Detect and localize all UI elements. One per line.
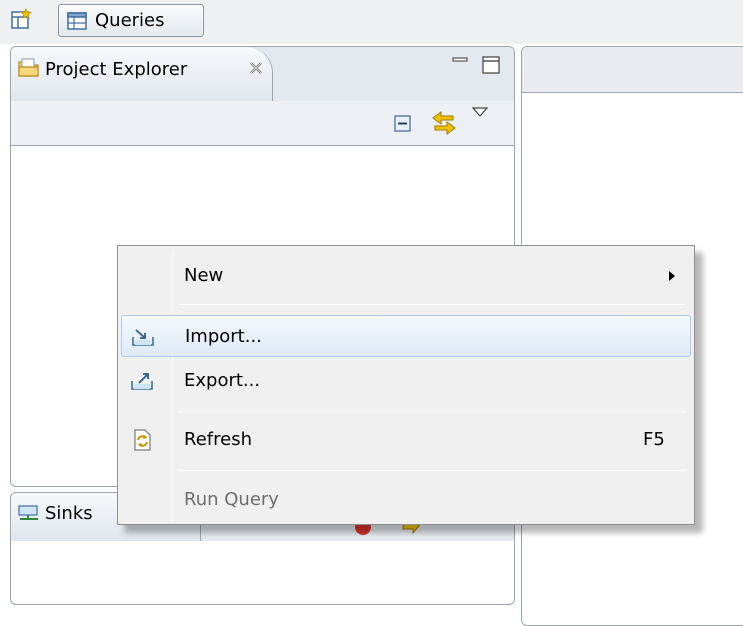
- menu-separator: [178, 304, 686, 305]
- view-menu-icon[interactable]: [471, 105, 489, 119]
- folder-icon: [17, 57, 41, 79]
- menu-item-run-query: Run Query: [121, 479, 691, 521]
- menu-item-export[interactable]: Export...: [121, 360, 691, 402]
- import-icon: [130, 325, 156, 349]
- editor-tab-bar: [522, 47, 743, 93]
- monitor-icon: [17, 505, 41, 523]
- project-explorer-title: Project Explorer: [45, 59, 188, 80]
- menu-item-label: Run Query: [184, 489, 279, 510]
- maximize-icon[interactable]: [481, 55, 501, 75]
- export-icon: [129, 369, 155, 393]
- refresh-shortcut: F5: [643, 429, 665, 450]
- minimize-icon[interactable]: [451, 55, 469, 71]
- sinks-title: Sinks: [45, 503, 93, 524]
- tab-project-explorer[interactable]: Project Explorer: [11, 47, 273, 101]
- queries-label: Queries: [95, 10, 165, 31]
- submenu-arrow-icon: [669, 271, 675, 281]
- main-toolbar: Queries: [0, 0, 743, 44]
- new-perspective-icon[interactable]: [11, 8, 33, 30]
- collapse-all-icon[interactable]: [393, 114, 413, 134]
- close-icon[interactable]: [248, 60, 264, 76]
- menu-item-label: New: [184, 265, 224, 286]
- menu-separator: [178, 470, 686, 471]
- menu-item-label: Export...: [184, 370, 261, 391]
- explorer-toolbar: [11, 101, 514, 146]
- menu-item-label: Import...: [185, 326, 262, 347]
- context-menu: New Import... Export... Refresh F5 Run Q…: [117, 245, 695, 525]
- queries-perspective-button[interactable]: Queries: [58, 4, 204, 37]
- link-with-editor-icon[interactable]: [429, 109, 459, 137]
- refresh-icon: [129, 428, 155, 452]
- menu-item-label: Refresh: [184, 429, 252, 450]
- explorer-tab-bar: Project Explorer: [11, 47, 514, 101]
- menu-item-refresh[interactable]: Refresh F5: [121, 419, 691, 461]
- menu-item-new[interactable]: New: [121, 255, 691, 297]
- menu-separator: [178, 411, 686, 412]
- table-icon: [67, 11, 87, 31]
- menu-item-import[interactable]: Import...: [121, 315, 691, 357]
